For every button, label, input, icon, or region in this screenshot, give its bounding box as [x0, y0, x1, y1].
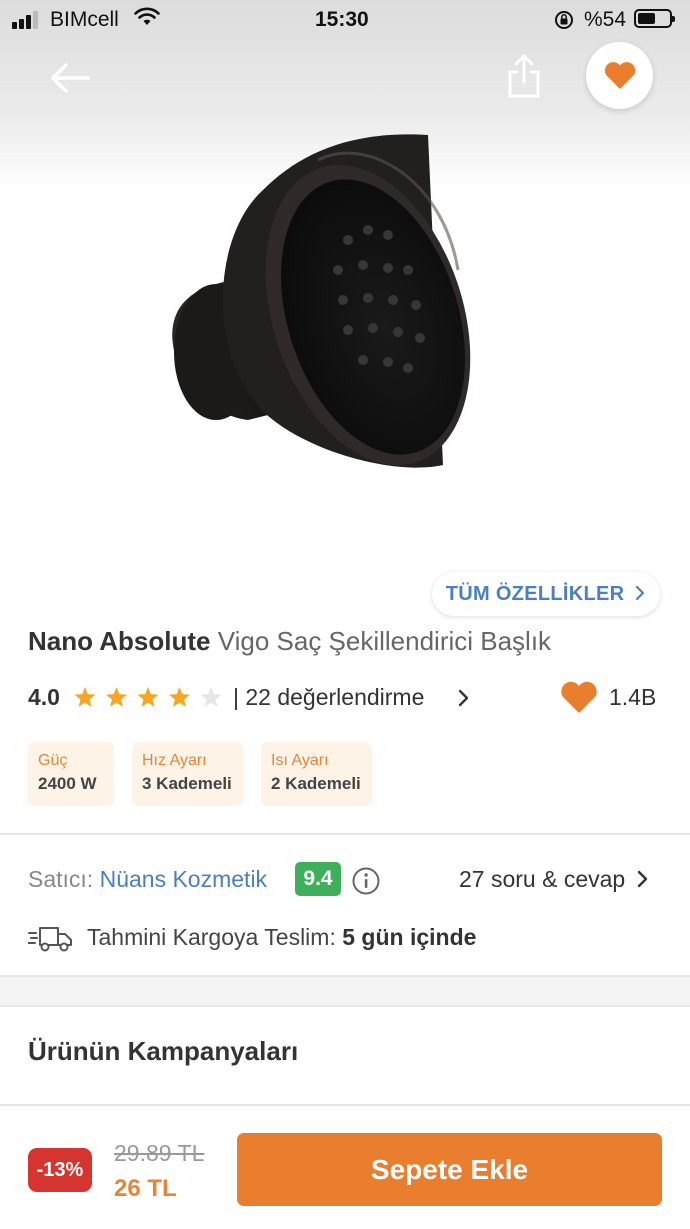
seller-label: Satıcı: [28, 866, 94, 892]
divider [0, 1005, 690, 1007]
attribute-value: 3 Kademeli [142, 774, 232, 793]
favorite-button[interactable] [586, 42, 653, 109]
status-bar: BIMcell 15:30 %54 [0, 0, 690, 40]
signal-icon [12, 11, 42, 29]
divider [0, 833, 690, 835]
questions-answers-label: 27 soru & cevap [459, 866, 626, 892]
rotation-lock-icon [555, 11, 573, 29]
attribute-value: 2 Kademeli [271, 774, 361, 793]
info-icon[interactable] [351, 866, 381, 896]
add-to-cart-button[interactable]: Sepete Ekle [237, 1133, 662, 1206]
all-features-label: TÜM ÖZELLİKLER [445, 583, 625, 605]
share-icon [508, 54, 540, 98]
product-title: Nano Absolute Vigo Saç Şekillendirici Ba… [28, 626, 551, 657]
product-image[interactable] [168, 120, 520, 475]
clock-time: 15:30 [315, 8, 369, 31]
star-icon [106, 687, 127, 707]
questions-answers-link[interactable]: 27 soru & cevap [459, 866, 650, 893]
heart-icon [561, 681, 597, 713]
chevron-right-icon [636, 585, 645, 601]
rating-stars [74, 687, 222, 707]
delivery-truck-icon [28, 927, 72, 952]
attribute-label: Isı Ayarı [271, 752, 329, 769]
star-icon [137, 687, 159, 707]
star-icon [169, 687, 190, 707]
delivery-value: 5 gün içinde [342, 924, 477, 950]
attribute-label: Hız Ayarı [142, 752, 207, 769]
battery-percentage: %54 [584, 8, 627, 31]
seller-name-link[interactable]: Nüans Kozmetik [100, 866, 267, 892]
attribute-value: 2400 W [38, 774, 97, 793]
review-count-link: | 22 değerlendirme [233, 684, 425, 710]
star-icon [200, 687, 222, 707]
section-gap [0, 977, 690, 1005]
chevron-right-icon [637, 870, 647, 888]
attribute-chip-power: Güç 2400 W [28, 742, 114, 806]
product-brand[interactable]: Nano Absolute [28, 626, 210, 656]
rating-value: 4.0 [28, 684, 60, 710]
campaigns-section-title: Ürünün Kampanyaları [28, 1036, 299, 1066]
heart-icon [604, 62, 636, 89]
attribute-chip-speed: Hız Ayarı 3 Kademeli [132, 742, 243, 806]
star-icon [74, 687, 96, 707]
all-features-button[interactable]: TÜM ÖZELLİKLER [432, 572, 660, 616]
arrow-left-icon [51, 63, 90, 93]
chevron-right-icon [458, 689, 469, 707]
wifi-icon [134, 7, 160, 25]
share-button[interactable] [503, 52, 545, 102]
delivery-label: Tahmini Kargoya Teslim: [87, 924, 336, 950]
seller-score-badge: 9.4 [295, 862, 341, 896]
attribute-chip-heat: Isı Ayarı 2 Kademeli [261, 742, 372, 806]
attribute-label: Güç [38, 752, 68, 769]
discount-badge: -13% [28, 1148, 92, 1192]
current-price: 26 TL [114, 1175, 177, 1202]
delivery-estimate: Tahmini Kargoya Teslim: 5 gün içinde [87, 924, 476, 951]
battery-icon [634, 9, 675, 28]
product-name: Vigo Saç Şekillendirici Başlık [217, 626, 552, 656]
favorite-count: 1.4B [609, 684, 657, 710]
seller-row: Satıcı: Nüans Kozmetik [28, 866, 267, 893]
old-price: 29.89 TL [114, 1140, 205, 1166]
back-button[interactable] [48, 60, 92, 96]
carrier-name: BIMcell [50, 8, 119, 31]
